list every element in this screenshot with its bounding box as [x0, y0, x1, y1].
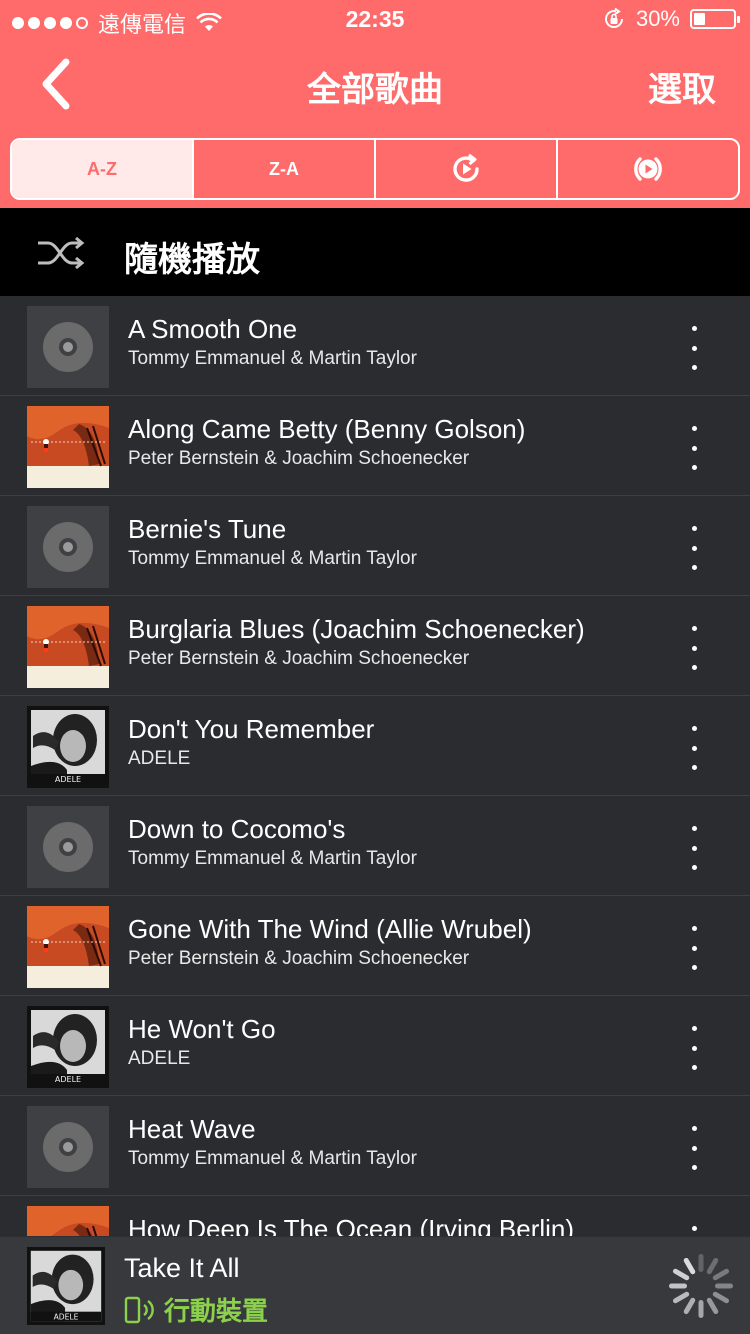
phone-speaker-icon [124, 1296, 154, 1323]
song-row[interactable]: How Deep Is The Ocean (Irving Berlin)Pet… [0, 1196, 750, 1236]
more-options-icon[interactable] [682, 326, 706, 370]
svg-text:ADELE: ADELE [55, 1075, 81, 1084]
now-playing-artwork[interactable]: ADELE [27, 1247, 105, 1325]
output-device-label: 行動裝置 [164, 1296, 269, 1326]
shuffle-all-button[interactable]: 隨機播放 [0, 208, 750, 296]
status-bar: 遠傳電信 22:35 30% [0, 0, 750, 40]
svg-text:ADELE: ADELE [55, 775, 81, 784]
song-title: Heat Wave [128, 1114, 256, 1144]
song-artist: Peter Bernstein & Joachim Schoenecker [128, 648, 470, 669]
song-artist: Tommy Emmanuel & Martin Taylor [128, 1148, 417, 1169]
song-artist: Tommy Emmanuel & Martin Taylor [128, 548, 417, 569]
song-artwork [27, 1106, 109, 1188]
sort-tab-z-a[interactable]: Z-A [194, 140, 376, 198]
song-artwork [27, 906, 109, 988]
more-options-icon[interactable] [682, 1226, 706, 1236]
status-right: 30% [602, 6, 740, 32]
song-artist: ADELE [128, 748, 191, 769]
bernstein-album-art [27, 1206, 109, 1236]
song-row[interactable]: Along Came Betty (Benny Golson) Peter Ber… [0, 396, 750, 496]
song-title: A Smooth One [128, 314, 298, 344]
select-button[interactable]: 選取 [648, 62, 716, 111]
song-artwork [27, 1206, 109, 1236]
adele-album-art: ADELE [27, 1006, 109, 1088]
now-playing-title: Take It All [124, 1253, 240, 1283]
default-album-art [27, 506, 109, 588]
more-options-icon[interactable] [682, 426, 706, 470]
song-artist: ADELE [128, 1048, 191, 1069]
song-artwork: ADELE [27, 706, 109, 788]
mini-player[interactable]: ADELE Take It All 行動裝置 [0, 1236, 750, 1334]
more-options-icon[interactable] [682, 1026, 706, 1070]
more-options-icon[interactable] [682, 726, 706, 770]
song-artwork [27, 406, 109, 488]
more-options-icon[interactable] [682, 926, 706, 970]
shuffle-label: 隨機播放 [124, 241, 260, 279]
song-title: Don't You Remember [128, 714, 375, 744]
song-title: Bernie's Tune [128, 514, 287, 544]
song-title: Down to Cocomo's [128, 814, 346, 844]
default-album-art [27, 306, 109, 388]
more-options-icon[interactable] [682, 826, 706, 870]
song-row[interactable]: A Smooth One Tommy Emmanuel & Martin Tayl… [0, 296, 750, 396]
song-artwork [27, 806, 109, 888]
song-row[interactable]: Burglaria Blues (Joachim Schoenecker) Pet… [0, 596, 750, 696]
song-artist: Tommy Emmanuel & Martin Taylor [128, 348, 417, 369]
output-device[interactable]: 行動裝置 [124, 1291, 268, 1328]
back-chevron-icon[interactable] [30, 54, 84, 114]
more-options-icon[interactable] [682, 626, 706, 670]
header: 遠傳電信 22:35 30% 全部歌曲 選取 A-Z Z-A [0, 0, 750, 208]
play-count-icon [453, 153, 479, 182]
song-artist: Peter Bernstein & Joachim Schoenecker [128, 448, 470, 469]
sort-segmented-control: A-Z Z-A [10, 138, 740, 200]
song-artwork [27, 506, 109, 588]
shuffle-icon [38, 236, 85, 270]
default-album-art [27, 806, 109, 888]
song-list: A Smooth One Tommy Emmanuel & Martin Tayl… [0, 296, 750, 1236]
song-artist: Tommy Emmanuel & Martin Taylor [128, 848, 417, 869]
sort-tab-play-count[interactable] [376, 140, 558, 198]
song-artwork [27, 606, 109, 688]
bernstein-album-art [27, 406, 109, 488]
nav-bar: 全部歌曲 選取 [0, 40, 750, 130]
loading-spinner-icon [669, 1254, 733, 1318]
bernstein-album-art [27, 606, 109, 688]
song-artwork [27, 306, 109, 388]
sort-tab-play-cast[interactable] [558, 140, 738, 198]
sort-tab-a-z[interactable]: A-Z [12, 140, 194, 198]
battery-percent: 30% [635, 6, 680, 31]
song-artist: Peter Bernstein & Joachim Schoenecker [128, 948, 470, 969]
adele-album-art: ADELE [27, 706, 109, 788]
song-row[interactable]: ADELE He Won't Go ADELE [0, 996, 750, 1096]
adele-album-art: ADELE [27, 1247, 105, 1325]
song-title: Gone With The Wind (Allie Wrubel) [128, 914, 532, 944]
battery-icon [690, 9, 740, 29]
song-title: How Deep Is The Ocean (Irving Berlin) [128, 1214, 575, 1236]
song-row[interactable]: Gone With The Wind (Allie Wrubel) Peter B… [0, 896, 750, 996]
more-options-icon[interactable] [682, 1126, 706, 1170]
song-row[interactable]: Heat Wave Tommy Emmanuel & Martin Taylor [0, 1096, 750, 1196]
song-title: Along Came Betty (Benny Golson) [128, 414, 526, 444]
bernstein-album-art [27, 906, 109, 988]
songs-screen: 遠傳電信 22:35 30% 全部歌曲 選取 A-Z Z-A 隨機播放 A Sm… [0, 0, 750, 1334]
song-artwork: ADELE [27, 1006, 109, 1088]
song-row[interactable]: Bernie's Tune Tommy Emmanuel & Martin Tay… [0, 496, 750, 596]
song-row[interactable]: ADELE Don't You Remember ADELE [0, 696, 750, 796]
more-options-icon[interactable] [682, 526, 706, 570]
svg-text:ADELE: ADELE [54, 1312, 79, 1321]
song-row[interactable]: Down to Cocomo's Tommy Emmanuel & Martin … [0, 796, 750, 896]
play-cast-icon [634, 157, 662, 181]
song-title: Burglaria Blues (Joachim Schoenecker) [128, 614, 585, 644]
rotation-lock-icon [604, 7, 623, 28]
page-title: 全部歌曲 [307, 71, 443, 109]
song-title: He Won't Go [128, 1014, 276, 1044]
default-album-art [27, 1106, 109, 1188]
battery-fill [694, 13, 705, 25]
